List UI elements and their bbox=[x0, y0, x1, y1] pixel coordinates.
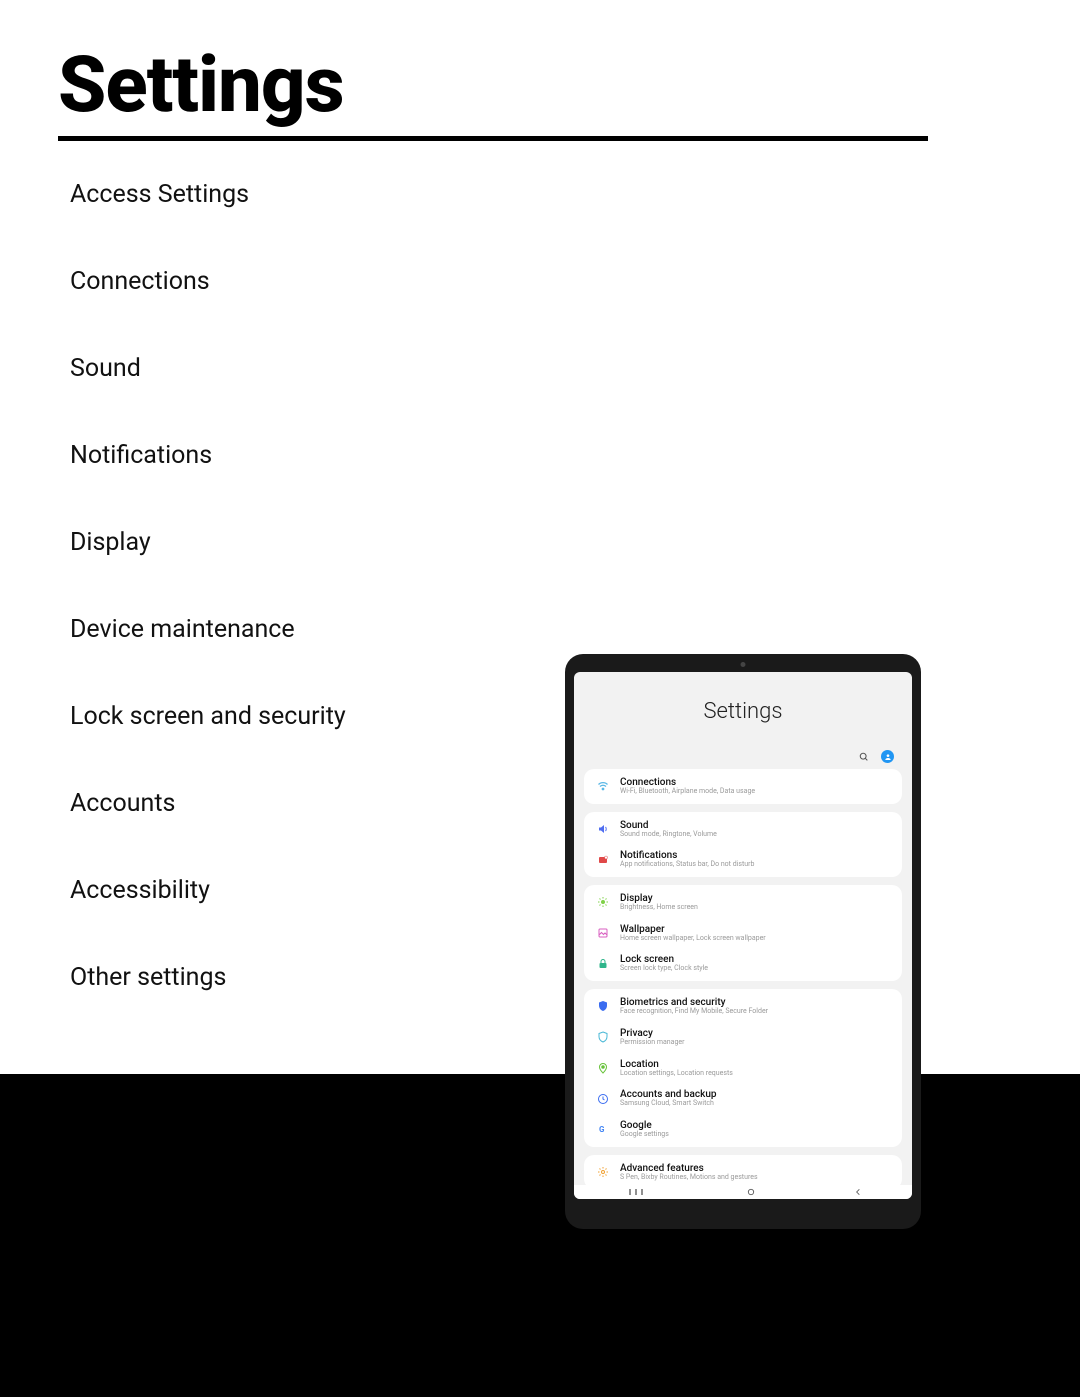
nav-home-icon[interactable] bbox=[747, 1188, 755, 1196]
row-notifications[interactable]: Notifications App notifications, Status … bbox=[584, 844, 902, 875]
row-subtitle: Samsung Cloud, Smart Switch bbox=[620, 1100, 717, 1108]
location-icon bbox=[596, 1061, 610, 1075]
accounts-icon bbox=[596, 1092, 610, 1106]
row-subtitle: Sound mode, Ringtone, Volume bbox=[620, 831, 717, 839]
row-google[interactable]: G Google Google settings bbox=[584, 1114, 902, 1145]
row-title: Advanced features bbox=[620, 1163, 758, 1174]
nav-recent-icon[interactable] bbox=[624, 1188, 648, 1196]
row-subtitle: Permission manager bbox=[620, 1039, 684, 1047]
row-advanced-features[interactable]: Advanced features S Pen, Bixby Routines,… bbox=[584, 1157, 902, 1188]
settings-list: Connections Wi-Fi, Bluetooth, Airplane m… bbox=[574, 769, 912, 1199]
privacy-icon bbox=[596, 1030, 610, 1044]
settings-card: Sound Sound mode, Ringtone, Volume Notif… bbox=[584, 812, 902, 877]
toc-notifications[interactable]: Notifications bbox=[70, 441, 346, 470]
profile-icon[interactable] bbox=[881, 750, 894, 763]
row-subtitle: Google settings bbox=[620, 1131, 669, 1139]
settings-card: Display Brightness, Home screen Wallpape… bbox=[584, 885, 902, 981]
row-subtitle: Wi-Fi, Bluetooth, Airplane mode, Data us… bbox=[620, 788, 755, 796]
row-subtitle: Screen lock type, Clock style bbox=[620, 965, 708, 973]
toc-access-settings[interactable]: Access Settings bbox=[70, 180, 346, 209]
row-privacy[interactable]: Privacy Permission manager bbox=[584, 1022, 902, 1053]
wifi-icon bbox=[596, 779, 610, 793]
row-sound[interactable]: Sound Sound mode, Ringtone, Volume bbox=[584, 814, 902, 845]
shield-icon bbox=[596, 999, 610, 1013]
row-title: Location bbox=[620, 1059, 733, 1070]
heading-rule bbox=[58, 136, 928, 141]
row-location[interactable]: Location Location settings, Location req… bbox=[584, 1053, 902, 1084]
row-connections[interactable]: Connections Wi-Fi, Bluetooth, Airplane m… bbox=[584, 771, 902, 802]
settings-card: Biometrics and security Face recognition… bbox=[584, 989, 902, 1146]
page-title: Settings bbox=[58, 40, 344, 131]
search-icon[interactable] bbox=[859, 752, 869, 762]
wallpaper-icon bbox=[596, 926, 610, 940]
toc-connections[interactable]: Connections bbox=[70, 267, 346, 296]
google-icon: G bbox=[596, 1122, 610, 1136]
row-subtitle: Home screen wallpaper, Lock screen wallp… bbox=[620, 935, 766, 943]
toc-accounts[interactable]: Accounts bbox=[70, 789, 346, 818]
device-frame: Settings Connections bbox=[565, 654, 921, 1229]
nav-back-icon[interactable] bbox=[854, 1188, 862, 1196]
notifications-icon bbox=[596, 853, 610, 867]
row-subtitle: S Pen, Bixby Routines, Motions and gestu… bbox=[620, 1174, 758, 1182]
row-accounts-backup[interactable]: Accounts and backup Samsung Cloud, Smart… bbox=[584, 1083, 902, 1114]
row-subtitle: Brightness, Home screen bbox=[620, 904, 698, 912]
toc-accessibility[interactable]: Accessibility bbox=[70, 876, 346, 905]
row-wallpaper[interactable]: Wallpaper Home screen wallpaper, Lock sc… bbox=[584, 918, 902, 949]
row-subtitle: App notifications, Status bar, Do not di… bbox=[620, 861, 754, 869]
toc-lock-screen-security[interactable]: Lock screen and security bbox=[70, 702, 346, 731]
toc-other-settings[interactable]: Other settings bbox=[70, 963, 346, 992]
row-lock-screen[interactable]: Lock screen Screen lock type, Clock styl… bbox=[584, 948, 902, 979]
device-screen: Settings Connections bbox=[574, 672, 912, 1199]
toc-display[interactable]: Display bbox=[70, 528, 346, 557]
sound-icon bbox=[596, 822, 610, 836]
camera-dot bbox=[741, 662, 746, 667]
row-subtitle: Location settings, Location requests bbox=[620, 1070, 733, 1078]
toc-list: Access Settings Connections Sound Notifi… bbox=[70, 180, 346, 992]
lock-icon bbox=[596, 957, 610, 971]
settings-card: Connections Wi-Fi, Bluetooth, Airplane m… bbox=[584, 769, 902, 804]
display-icon bbox=[596, 895, 610, 909]
screen-title: Settings bbox=[574, 672, 912, 750]
advanced-icon bbox=[596, 1165, 610, 1179]
android-navbar bbox=[574, 1185, 912, 1199]
row-biometrics[interactable]: Biometrics and security Face recognition… bbox=[584, 991, 902, 1022]
toc-device-maintenance[interactable]: Device maintenance bbox=[70, 615, 346, 644]
row-display[interactable]: Display Brightness, Home screen bbox=[584, 887, 902, 918]
svg-text:G: G bbox=[599, 1125, 605, 1134]
row-subtitle: Face recognition, Find My Mobile, Secure… bbox=[620, 1008, 768, 1016]
toc-sound[interactable]: Sound bbox=[70, 354, 346, 383]
